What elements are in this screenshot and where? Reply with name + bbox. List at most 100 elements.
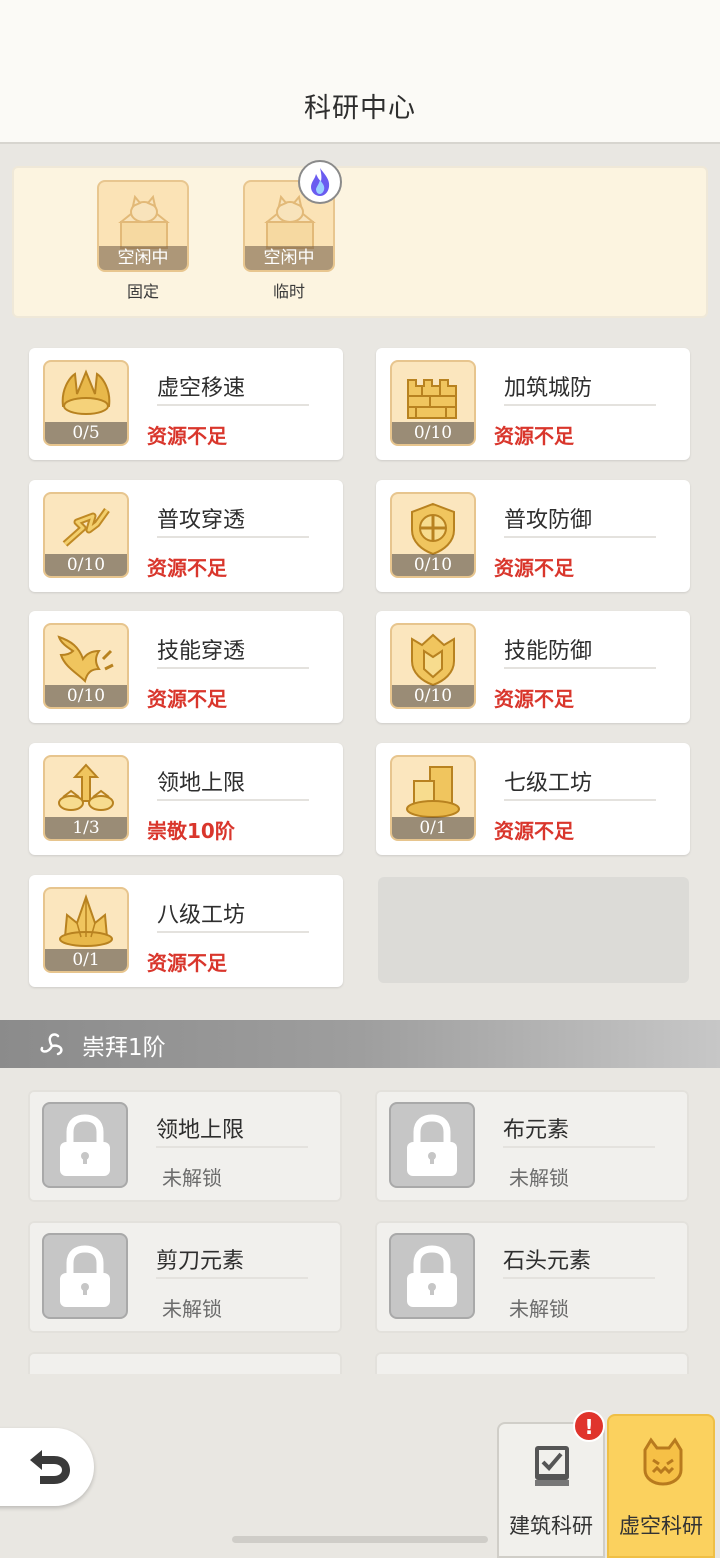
locked-research-card[interactable]: 剪刀元素 未解锁	[28, 1221, 342, 1333]
book-check-icon	[535, 1446, 569, 1486]
worker-portrait: 空闲中	[97, 180, 189, 272]
research-name: 领地上限	[156, 1118, 245, 1143]
research-card[interactable]: 0/10 普攻穿透 资源不足	[29, 480, 343, 592]
worker-type: 临时	[272, 282, 305, 301]
broken-arrow-icon: 0/10	[43, 492, 129, 578]
crystal-icon: 0/1	[43, 887, 129, 973]
research-name: 石头元素	[503, 1249, 592, 1274]
research-name: 普攻防御	[504, 508, 593, 533]
divider	[157, 667, 309, 669]
worker-type: 固定	[126, 282, 159, 301]
research-name: 领地上限	[157, 771, 246, 796]
research-status: 资源不足	[147, 951, 227, 975]
research-card[interactable]: 1/3 领地上限 崇敬10阶	[29, 743, 343, 855]
divider	[157, 931, 309, 933]
lock-icon	[389, 1233, 475, 1319]
cross-shield-icon: 0/10	[390, 492, 476, 578]
research-status: 资源不足	[147, 424, 227, 448]
tab-building-research[interactable]: 建筑科研	[497, 1422, 605, 1558]
divider	[156, 1146, 308, 1148]
research-name: 加筑城防	[504, 376, 593, 401]
alert-badge: !	[573, 1410, 605, 1442]
research-card[interactable]: 0/10 普攻防御 资源不足	[376, 480, 690, 592]
workshop-blocks-icon: 0/1	[390, 755, 476, 841]
divider	[157, 799, 309, 801]
research-card[interactable]: 0/10 技能穿透 资源不足	[29, 611, 343, 723]
section-title: 崇拜1阶	[82, 1035, 166, 1061]
top-bar: 科研中心	[0, 0, 720, 144]
territory-arrow-icon: 1/3	[43, 755, 129, 841]
research-status: 资源不足	[494, 819, 574, 843]
locked-research-card-clipped	[375, 1352, 689, 1374]
page-title: 科研中心	[304, 93, 416, 124]
research-status: 未解锁	[162, 1166, 222, 1190]
worker-state: 空闲中	[99, 246, 187, 270]
return-arrow-icon	[30, 1450, 70, 1484]
research-name: 剪刀元素	[156, 1249, 245, 1274]
research-name: 布元素	[503, 1118, 570, 1143]
tab-void-research[interactable]: 虚空科研	[607, 1414, 715, 1558]
research-progress: 0/10	[392, 554, 474, 576]
research-progress: 0/5	[45, 422, 127, 444]
research-name: 技能穿透	[157, 639, 246, 664]
lock-icon	[42, 1102, 128, 1188]
research-progress: 0/1	[392, 817, 474, 839]
research-progress: 0/10	[45, 685, 127, 707]
research-card[interactable]: 0/5 虚空移速 资源不足	[29, 348, 343, 460]
cat-box-icon	[118, 194, 170, 249]
pinwheel-icon	[40, 1033, 63, 1056]
locked-research-card-clipped	[28, 1352, 342, 1374]
divider	[156, 1277, 308, 1279]
research-status: 未解锁	[509, 1166, 569, 1190]
research-status: 崇敬10阶	[147, 819, 235, 843]
tab-label: 建筑科研	[509, 1514, 593, 1538]
flame-wing-icon: 0/10	[43, 623, 129, 709]
empty-research-slot	[378, 877, 689, 983]
worker-slot-fixed[interactable]: 空闲中 固定	[97, 180, 189, 302]
locked-research-card[interactable]: 领地上限 未解锁	[28, 1090, 342, 1202]
tab-label: 虚空科研	[619, 1514, 703, 1538]
divider	[504, 799, 656, 801]
research-status: 资源不足	[147, 556, 227, 580]
lock-icon	[42, 1233, 128, 1319]
divider	[503, 1277, 655, 1279]
research-progress: 0/1	[45, 949, 127, 971]
wall-icon: 0/10	[390, 360, 476, 446]
research-status: 资源不足	[494, 424, 574, 448]
research-progress: 0/10	[45, 554, 127, 576]
divider	[504, 404, 656, 406]
blue-flame-icon[interactable]	[298, 160, 342, 204]
worker-state: 空闲中	[245, 246, 333, 270]
research-card[interactable]: 0/1 八级工坊 资源不足	[29, 875, 343, 987]
divider	[504, 536, 656, 538]
research-status: 未解锁	[509, 1297, 569, 1321]
research-card[interactable]: 0/10 加筑城防 资源不足	[376, 348, 690, 460]
divider	[503, 1146, 655, 1148]
research-card[interactable]: 0/10 技能防御 资源不足	[376, 611, 690, 723]
back-button[interactable]	[0, 1428, 94, 1506]
void-creature-icon	[643, 1437, 683, 1486]
locked-research-card[interactable]: 布元素 未解锁	[375, 1090, 689, 1202]
lock-icon	[389, 1102, 475, 1188]
research-name: 技能防御	[504, 639, 593, 664]
research-status: 未解锁	[162, 1297, 222, 1321]
research-name: 八级工坊	[157, 903, 246, 928]
research-name: 七级工坊	[504, 771, 593, 796]
divider	[157, 536, 309, 538]
research-card[interactable]: 0/1 七级工坊 资源不足	[376, 743, 690, 855]
research-status: 资源不足	[147, 687, 227, 711]
crest-shield-icon: 0/10	[390, 623, 476, 709]
research-status: 资源不足	[494, 556, 574, 580]
home-indicator	[232, 1536, 488, 1543]
research-progress: 0/10	[392, 685, 474, 707]
research-progress: 1/3	[45, 817, 127, 839]
claw-crown-icon: 0/5	[43, 360, 129, 446]
research-name: 普攻穿透	[157, 508, 246, 533]
research-name: 虚空移速	[157, 376, 246, 401]
research-status: 资源不足	[494, 687, 574, 711]
divider	[157, 404, 309, 406]
locked-research-card[interactable]: 石头元素 未解锁	[375, 1221, 689, 1333]
divider	[504, 667, 656, 669]
worker-panel: 空闲中 固定 空闲中 临时	[12, 166, 708, 318]
research-progress: 0/10	[392, 422, 474, 444]
